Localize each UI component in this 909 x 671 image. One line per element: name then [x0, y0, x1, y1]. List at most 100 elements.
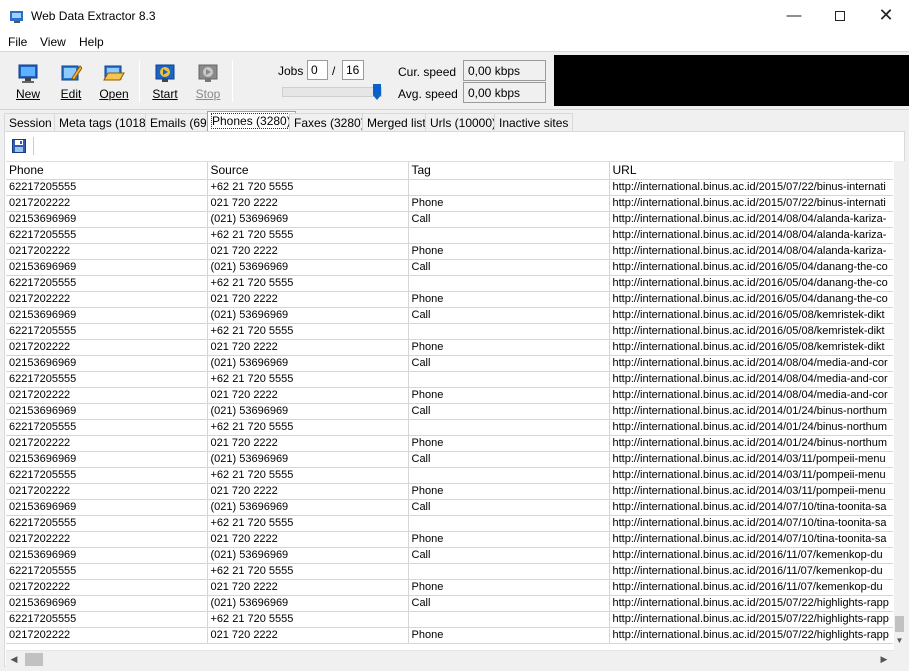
jobs-slider-track[interactable]	[282, 87, 382, 97]
table-row[interactable]: 02153696969 (021) 53696969 Call http://inte…	[6, 403, 893, 420]
table-row[interactable]: 02153696969 (021) 53696969 Call http://inte…	[6, 355, 893, 372]
source-cell: (021) 53696969	[207, 451, 409, 468]
menu-file[interactable]: File	[8, 35, 27, 49]
table-row[interactable]: 0217202222 021 720 2222 Phone http://intern…	[6, 435, 893, 452]
phone-cell: 0217202222	[6, 435, 208, 452]
url-cell: http://international.binus.ac.id/2016/05…	[609, 259, 893, 276]
table-row[interactable]: 62217205555 +62 21 720 5555 http://interna…	[6, 611, 893, 628]
table-row[interactable]: 0217202222 021 720 2222 Phone http://intern…	[6, 195, 893, 212]
table-row[interactable]: 0217202222 021 720 2222 Phone http://intern…	[6, 627, 893, 644]
scroll-left-icon[interactable]: ◀	[6, 652, 22, 667]
stop-button[interactable]: Stop	[188, 60, 228, 106]
table-row[interactable]: 02153696969 (021) 53696969 Call http://inte…	[6, 595, 893, 612]
source-cell: +62 21 720 5555	[207, 563, 409, 580]
tab-phones[interactable]: Phones (3280)	[207, 111, 296, 132]
source-cell: +62 21 720 5555	[207, 419, 409, 436]
url-cell: http://international.binus.ac.id/2014/07…	[609, 531, 893, 548]
menu-help[interactable]: Help	[79, 35, 104, 49]
table-row[interactable]: 62217205555 +62 21 720 5555 http://interna…	[6, 227, 893, 244]
phone-cell: 02153696969	[6, 355, 208, 372]
vertical-scrollbar[interactable]: ▼	[894, 161, 905, 650]
horizontal-scrollbar[interactable]: ◀ ▶	[6, 650, 894, 667]
toolbar-separator	[232, 60, 233, 102]
table-row[interactable]: 62217205555 +62 21 720 5555 http://interna…	[6, 467, 893, 484]
url-cell: http://international.binus.ac.id/2015/07…	[609, 179, 893, 196]
table-row[interactable]: 62217205555 +62 21 720 5555 http://interna…	[6, 371, 893, 388]
menu-view[interactable]: View	[40, 35, 66, 49]
url-cell: http://international.binus.ac.id/2014/08…	[609, 387, 893, 404]
table-row[interactable]: 62217205555 +62 21 720 5555 http://interna…	[6, 275, 893, 292]
edit-button[interactable]: Edit	[51, 60, 91, 106]
table-row[interactable]: 0217202222 021 720 2222 Phone http://intern…	[6, 291, 893, 308]
minimize-button[interactable]: —	[771, 0, 817, 31]
scroll-down-icon[interactable]: ▼	[894, 636, 905, 648]
tab-meta-tags[interactable]: Meta tags (1018)	[54, 113, 155, 132]
table-row[interactable]: 62217205555 +62 21 720 5555 http://interna…	[6, 179, 893, 196]
tab-session[interactable]: Session	[4, 113, 57, 132]
start-button[interactable]: Start	[145, 60, 185, 106]
horizontal-scroll-thumb[interactable]	[25, 653, 43, 666]
table-row[interactable]: 02153696969 (021) 53696969 Call http://inte…	[6, 307, 893, 324]
phone-cell: 0217202222	[6, 291, 208, 308]
tab-label: Emails (69)	[150, 116, 211, 130]
phone-cell: 02153696969	[6, 403, 208, 420]
save-icon[interactable]	[12, 139, 26, 153]
close-button[interactable]: ✕	[863, 0, 909, 31]
jobs-slider-thumb[interactable]	[373, 84, 381, 100]
toolbar: New Edit Open Start Stop Jobs 0 / 16 Cur…	[0, 52, 909, 110]
tab-urls[interactable]: Urls (10000)	[425, 113, 502, 132]
column-header-url[interactable]: URL	[609, 162, 893, 180]
table-row[interactable]: 62217205555 +62 21 720 5555 http://interna…	[6, 563, 893, 580]
avg-speed-label: Avg. speed	[398, 87, 458, 101]
table-row[interactable]: 02153696969 (021) 53696969 Call http://inte…	[6, 451, 893, 468]
tag-cell	[408, 371, 610, 388]
window-title: Web Data Extractor 8.3	[31, 9, 156, 23]
source-cell: +62 21 720 5555	[207, 515, 409, 532]
tag-cell: Call	[408, 499, 610, 516]
open-button[interactable]: Open	[94, 60, 134, 106]
table-row[interactable]: 02153696969 (021) 53696969 Call http://inte…	[6, 259, 893, 276]
url-cell: http://international.binus.ac.id/2016/11…	[609, 563, 893, 580]
phone-cell: 02153696969	[6, 307, 208, 324]
source-cell: +62 21 720 5555	[207, 227, 409, 244]
phone-cell: 02153696969	[6, 211, 208, 228]
jobs-total-field[interactable]: 16	[342, 60, 364, 80]
column-header-phone[interactable]: Phone	[6, 162, 208, 180]
new-button[interactable]: New	[8, 60, 48, 106]
table-row[interactable]: 62217205555 +62 21 720 5555 http://interna…	[6, 323, 893, 340]
table-row[interactable]: 0217202222 021 720 2222 Phone http://intern…	[6, 387, 893, 404]
menu-bar: File View Help	[0, 31, 909, 52]
vertical-scroll-thumb[interactable]	[895, 616, 904, 632]
tag-cell: Phone	[408, 627, 610, 644]
avg-speed-value: 0,00 kbps	[463, 82, 546, 103]
table-row[interactable]: 0217202222 021 720 2222 Phone http://intern…	[6, 483, 893, 500]
table-row[interactable]: 62217205555 +62 21 720 5555 http://interna…	[6, 515, 893, 532]
tab-merged-list[interactable]: Merged list	[362, 113, 431, 132]
table-row[interactable]: 0217202222 021 720 2222 Phone http://intern…	[6, 243, 893, 260]
table-row[interactable]: 0217202222 021 720 2222 Phone http://intern…	[6, 579, 893, 596]
url-cell: http://international.binus.ac.id/2015/07…	[609, 611, 893, 628]
tab-inactive-sites[interactable]: Inactive sites	[494, 113, 574, 132]
column-header-tag[interactable]: Tag	[408, 162, 610, 180]
open-folder-icon	[103, 65, 125, 81]
tab-label: Urls (10000)	[430, 116, 497, 130]
source-cell: (021) 53696969	[207, 355, 409, 372]
tab-faxes[interactable]: Faxes (3280)	[289, 113, 370, 132]
edit-icon	[61, 65, 82, 81]
tab-strip: Session Meta tags (1018) Emails (69) Pho…	[0, 110, 909, 132]
table-row[interactable]: 02153696969 (021) 53696969 Call http://inte…	[6, 499, 893, 516]
column-header-source[interactable]: Source	[207, 162, 409, 180]
source-cell: (021) 53696969	[207, 595, 409, 612]
table-row[interactable]: 0217202222 021 720 2222 Phone http://intern…	[6, 339, 893, 356]
phone-cell: 0217202222	[6, 627, 208, 644]
scroll-right-icon[interactable]: ▶	[876, 652, 892, 667]
table-row[interactable]: 62217205555 +62 21 720 5555 http://interna…	[6, 419, 893, 436]
source-cell: +62 21 720 5555	[207, 323, 409, 340]
table-row[interactable]: 02153696969 (021) 53696969 Call http://inte…	[6, 211, 893, 228]
maximize-icon	[835, 10, 845, 21]
table-row[interactable]: 0217202222 021 720 2222 Phone http://intern…	[6, 531, 893, 548]
cur-speed-label: Cur. speed	[398, 65, 457, 79]
maximize-button[interactable]	[817, 0, 863, 31]
tab-emails[interactable]: Emails (69)	[145, 113, 216, 132]
table-row[interactable]: 02153696969 (021) 53696969 Call http://inte…	[6, 547, 893, 564]
